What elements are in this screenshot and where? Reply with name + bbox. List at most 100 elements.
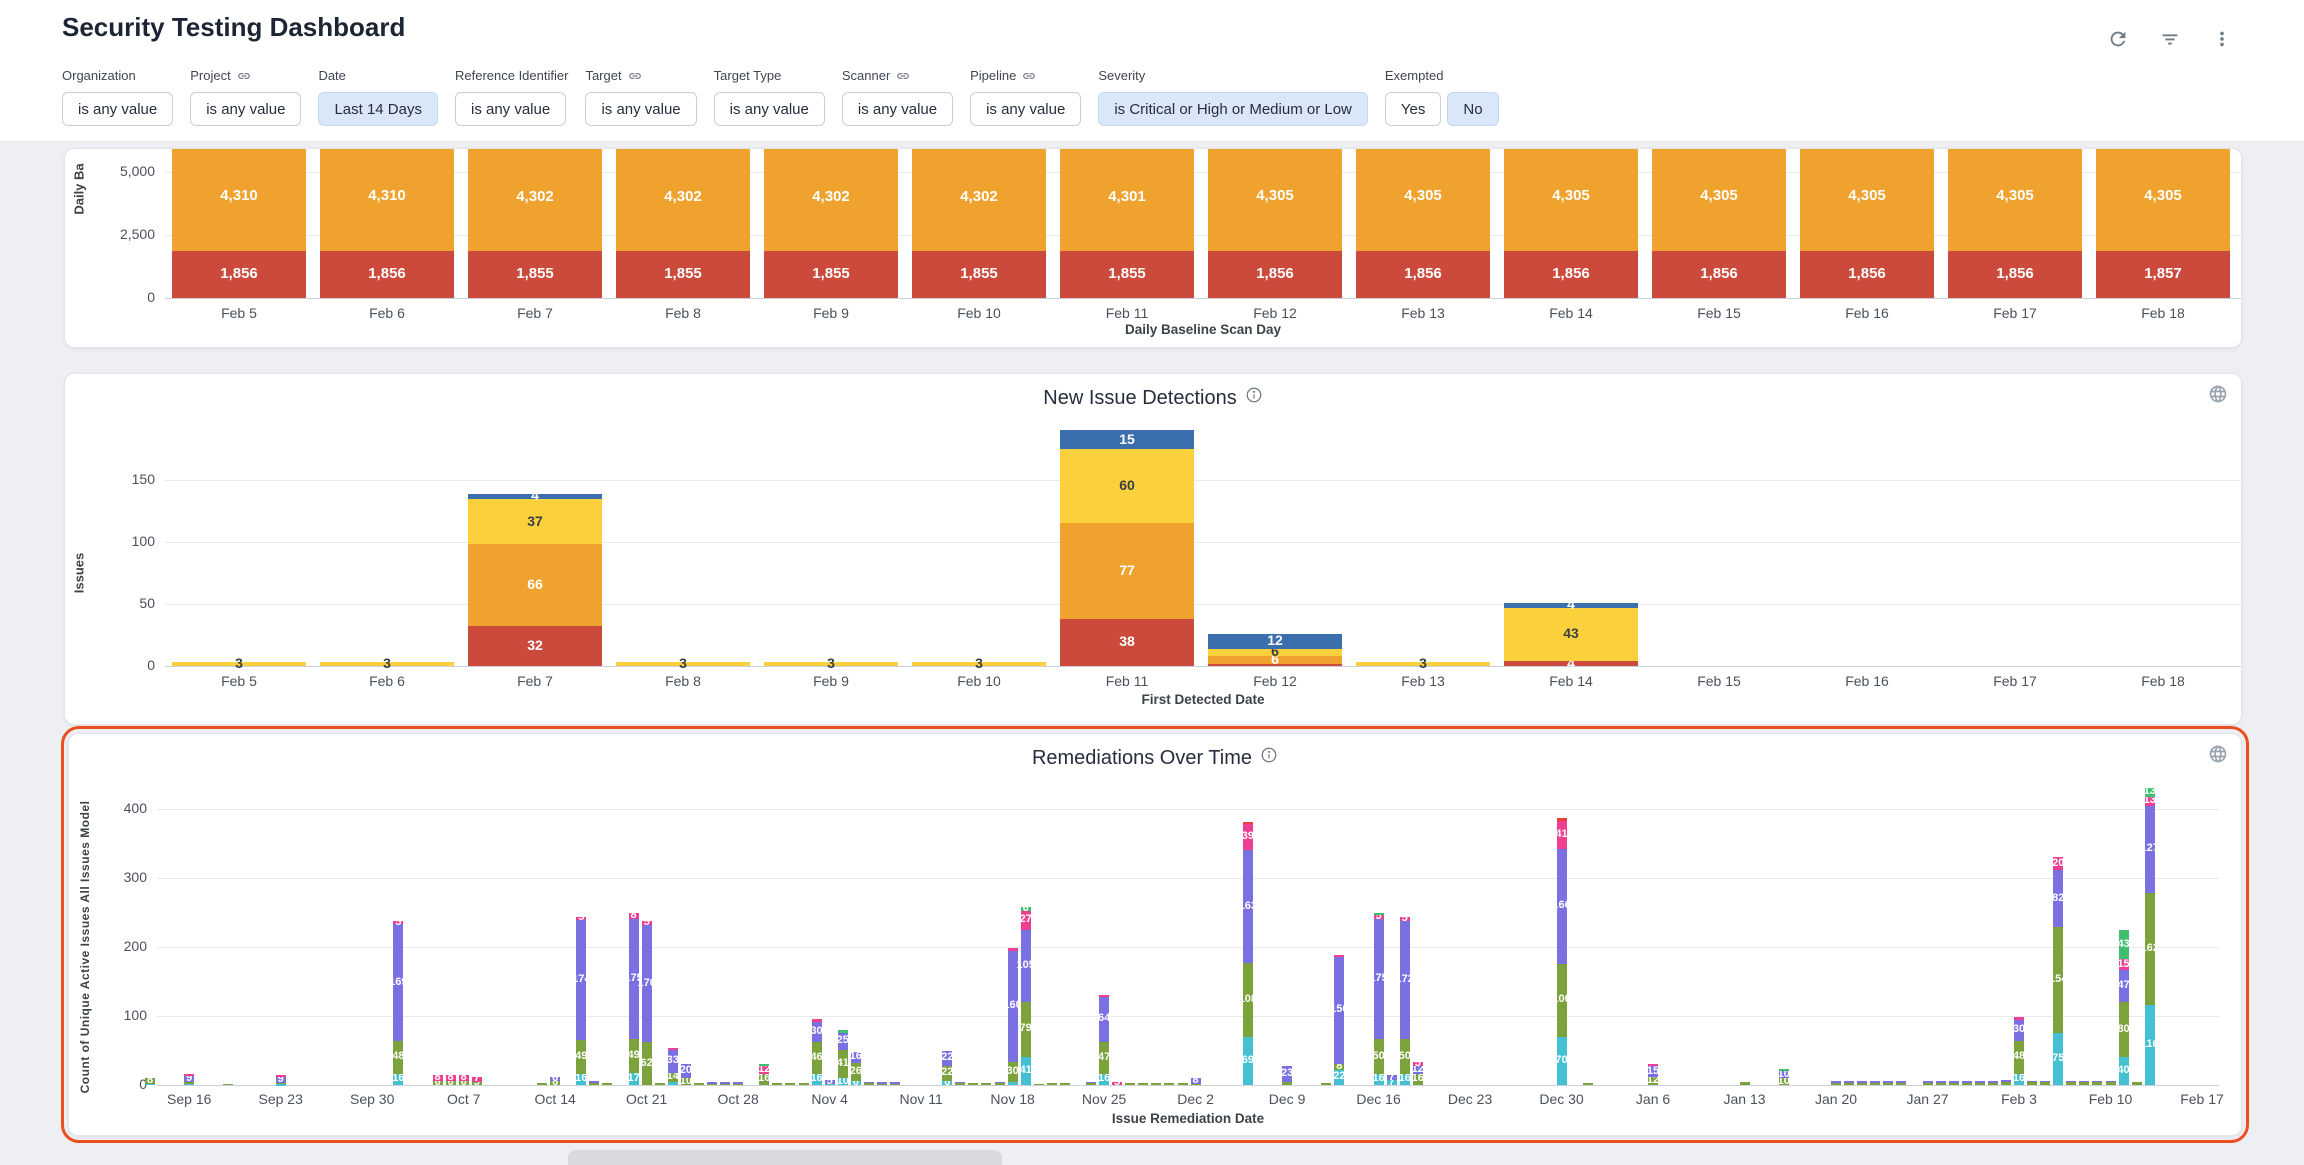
bar-segment-purple[interactable] [1413,1066,1423,1074]
bar-segment-teal[interactable] [576,1074,586,1085]
bar-segment-purple[interactable] [2040,1081,2050,1083]
bar-segment-olive[interactable] [446,1081,456,1085]
bar-segment-olive[interactable] [2145,893,2155,1005]
bar-segment-olive[interactable] [1779,1078,1789,1085]
filter-chip-is-any-value[interactable]: is any value [585,92,696,126]
bar-segment-critical[interactable] [616,251,750,298]
bar-segment-olive[interactable] [1413,1074,1423,1085]
bar-segment-low[interactable] [468,494,602,499]
bar-segment-olive[interactable] [1282,1082,1292,1085]
bar-segment-teal[interactable] [1374,1074,1384,1085]
bar-segment-purple[interactable] [1844,1081,1854,1083]
bar-segment-magenta[interactable] [668,1048,678,1050]
bar-segment-medium[interactable] [320,662,454,666]
bar-segment-olive[interactable] [1988,1083,1998,1085]
bar-segment-magenta[interactable] [1243,823,1253,850]
bar-segment-medium[interactable] [764,662,898,666]
bar-segment-purple[interactable] [2053,870,2063,927]
bar-segment-olive[interactable] [772,1083,782,1085]
bar-segment-critical[interactable] [1800,251,1934,298]
bar-segment-olive[interactable] [1857,1083,1867,1085]
bar-segment-olive[interactable] [995,1083,1005,1085]
bar-segment-purple[interactable] [1008,951,1018,1061]
bar-segment-critical[interactable] [1948,251,2082,298]
bar-segment-critical[interactable] [1060,251,1194,298]
bar-segment-olive[interactable] [1374,1039,1384,1074]
bar-segment-critical[interactable] [1652,251,1786,298]
bar-segment-olive[interactable] [838,1050,848,1078]
filter-chip-is-any-value[interactable]: is any value [970,92,1081,126]
bar-segment-purple[interactable] [812,1022,822,1043]
bar-segment-magenta[interactable] [2053,857,2063,871]
bar-segment-purple[interactable] [1923,1081,1933,1083]
bar-segment-magenta[interactable] [433,1075,443,1081]
bar-segment-purple[interactable] [877,1082,887,1084]
bar-segment-critical[interactable] [1356,251,1490,298]
bar-segment-teal[interactable] [942,1081,952,1085]
bar-segment-purple[interactable] [629,919,639,1040]
bar-segment-low[interactable] [1060,430,1194,449]
bar-segment-olive[interactable] [1400,1039,1410,1074]
bar-segment-purple[interactable] [1975,1081,1985,1083]
bar-segment-magenta[interactable] [642,921,652,924]
bar-segment-olive[interactable] [1191,1084,1201,1086]
bar-segment-purple[interactable] [576,920,586,1040]
bar-segment-purple[interactable] [1857,1081,1867,1083]
bar-segment-critical[interactable] [764,251,898,298]
bar-segment-olive[interactable] [1896,1083,1906,1085]
bar-segment-olive[interactable] [642,1042,652,1085]
filter-chip-is-any-value[interactable]: is any value [190,92,301,126]
bar-segment-olive[interactable] [1178,1083,1188,1085]
bar-segment-high[interactable] [468,148,602,251]
bar-segment-olive[interactable] [1870,1083,1880,1085]
bar-segment-critical[interactable] [1504,661,1638,666]
bar-segment-purple[interactable] [1962,1081,1972,1083]
bar-segment-teal[interactable] [1334,1070,1344,1085]
bar-segment-medium[interactable] [1060,449,1194,523]
bar-segment-olive[interactable] [550,1081,560,1085]
bar-segment-high[interactable] [616,148,750,251]
bar-segment-teal[interactable] [851,1081,861,1085]
bar-segment-teal[interactable] [1557,1037,1567,1085]
bar-segment-olive[interactable] [759,1074,769,1085]
bar-segment-purple[interactable] [1191,1078,1201,1084]
bar-segment-purple[interactable] [668,1050,678,1073]
bar-segment-olive[interactable] [602,1083,612,1085]
refresh-icon[interactable] [2106,28,2130,52]
bar-segment-magenta[interactable] [1374,915,1384,918]
bar-segment-olive[interactable] [955,1083,965,1085]
bar-segment-olive[interactable] [2014,1041,2024,1074]
bar-segment-teal[interactable] [825,1084,835,1086]
bar-segment-magenta[interactable] [1021,911,1031,930]
bar-segment-teal[interactable] [838,1078,848,1085]
bar-segment-magenta[interactable] [1557,821,1567,849]
bar-segment-purple[interactable] [955,1082,965,1084]
bar-segment-high[interactable] [1652,148,1786,251]
bar-segment-purple[interactable] [2066,1081,2076,1083]
bar-segment-teal[interactable] [393,1074,403,1085]
bar-segment-olive[interactable] [1334,1064,1344,1070]
bar-segment-olive[interactable] [668,1073,678,1083]
bar-segment-olive[interactable] [785,1083,795,1085]
bar-segment-olive[interactable] [2053,927,2063,1033]
bar-segment-medium[interactable] [1356,662,1490,666]
bar-segment-teal[interactable] [276,1084,286,1086]
bar-segment-olive[interactable] [1949,1083,1959,1085]
bar-segment-purple[interactable] [942,1051,952,1066]
bar-segment-teal[interactable] [1099,1074,1109,1085]
bar-segment-high[interactable] [1356,148,1490,251]
bar-segment-teal[interactable] [629,1073,639,1085]
bar-segment-magenta[interactable] [576,917,586,920]
bar-segment-olive[interactable] [223,1084,233,1086]
bar-segment-purple[interactable] [851,1052,861,1063]
bar-segment-medium[interactable] [172,662,306,666]
bar-segment-teal[interactable] [812,1074,822,1085]
bar-segment-purple[interactable] [2119,970,2129,1002]
bar-segment-olive[interactable] [1243,963,1253,1038]
bar-segment-purple[interactable] [1883,1081,1893,1083]
bar-segment-olive[interactable] [472,1082,482,1085]
bar-segment-purple[interactable] [890,1082,900,1084]
globe-icon[interactable] [2208,384,2228,404]
filter-chip-is-any-value[interactable]: is any value [62,92,173,126]
bar-segment-olive[interactable] [799,1083,809,1085]
